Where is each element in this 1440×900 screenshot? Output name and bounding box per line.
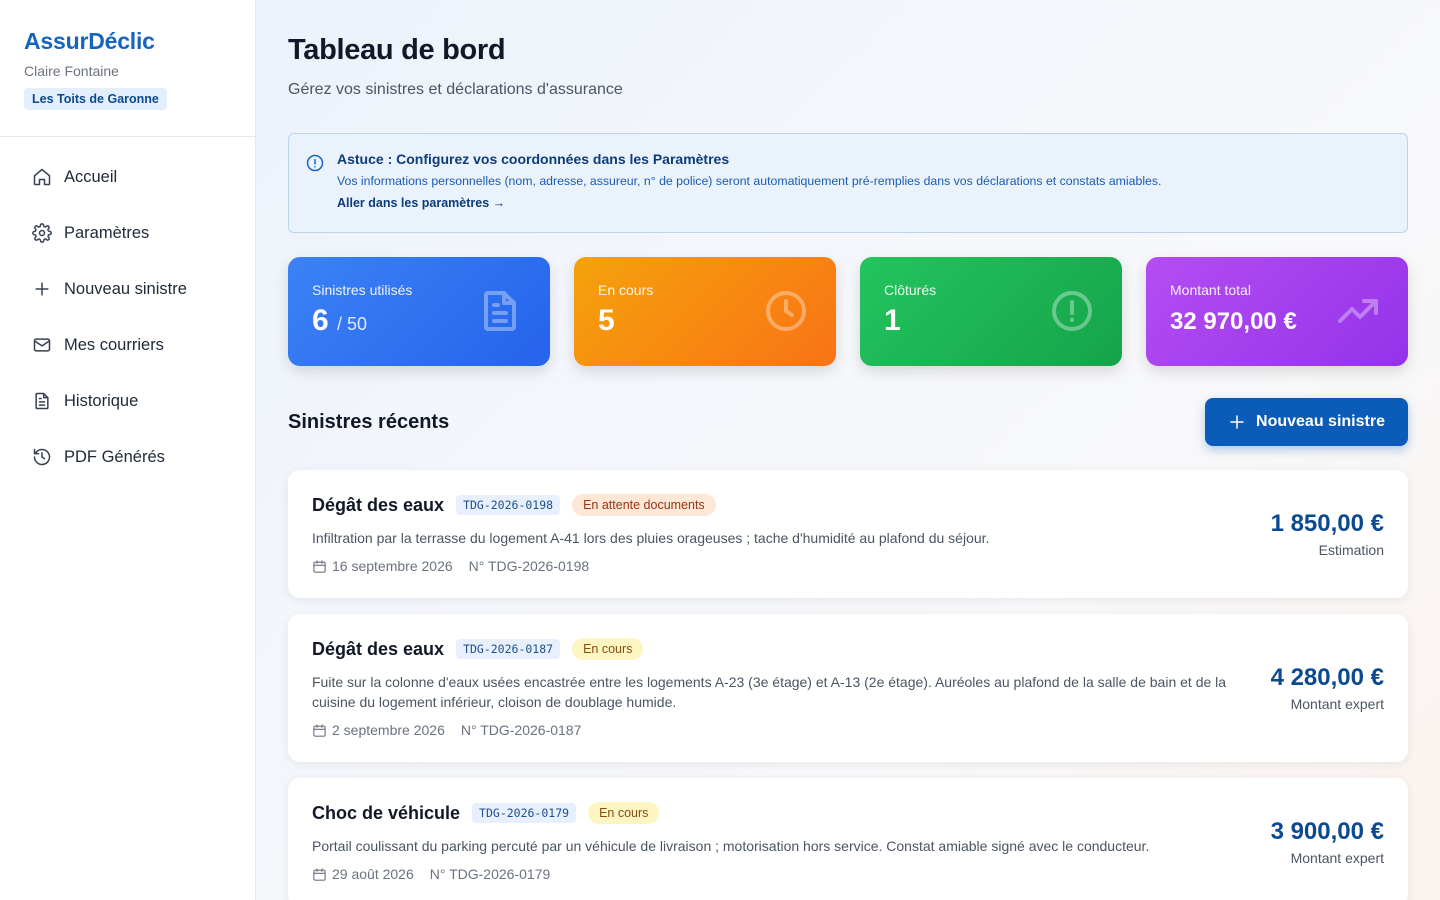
claim-date: 16 septembre 2026 — [332, 558, 453, 574]
section-title: Sinistres récents — [288, 410, 450, 433]
claim-type: Dégât des eaux — [312, 638, 445, 659]
page-title: Tableau de bord — [288, 34, 506, 66]
sidebar-item-accueil[interactable]: Accueil — [0, 149, 255, 205]
brand-name[interactable]: AssurDéclic — [24, 28, 231, 55]
brand-block: AssurDéclic Claire Fontaine Les Toits de… — [0, 0, 255, 137]
claim-amount: 4 280,00 € Montant expert — [1271, 664, 1384, 712]
stats-row: Sinistres utilisés 6 / 50 En cours 5 Clô… — [288, 257, 1408, 366]
calendar-icon — [313, 559, 326, 573]
claim-card[interactable]: Dégât des eaux TDG-2026-0198 En attente … — [288, 470, 1408, 598]
claim-description: Portail coulissant du parking percuté pa… — [312, 838, 1150, 854]
claim-date: 29 août 2026 — [332, 866, 414, 882]
claim-header: Dégât des eaux TDG-2026-0198 En attente … — [312, 494, 1384, 516]
tip-text: Vos informations personnelles (nom, adre… — [337, 174, 1162, 188]
trending-up-icon — [1334, 287, 1382, 335]
plus-icon — [32, 279, 52, 299]
sidebar-item-mes-courriers[interactable]: Mes courriers — [0, 317, 255, 373]
stat-card-in-progress: En cours 5 — [574, 257, 836, 366]
status-badge: En cours — [572, 638, 644, 660]
claim-meta: 16 septembre 2026 N° TDG-2026-0198 — [312, 558, 1384, 574]
claim-card[interactable]: Choc de véhicule TDG-2026-0179 En cours … — [288, 778, 1408, 900]
claim-type: Choc de véhicule — [312, 802, 461, 823]
sidebar-item-historique[interactable]: Historique — [0, 373, 255, 429]
claim-ref-badge: TDG-2026-0187 — [456, 639, 561, 659]
claim-amount: 3 900,00 € Montant expert — [1271, 818, 1384, 866]
claim-header: Dégât des eaux TDG-2026-0187 En cours — [312, 638, 1384, 660]
calendar-icon — [313, 867, 326, 881]
sidebar-item-label: Accueil — [64, 167, 118, 186]
recent-claims-header: Sinistres récents Nouveau sinistre — [288, 398, 1408, 446]
sidebar-item-parametres[interactable]: Paramètres — [0, 205, 255, 261]
clock-icon — [762, 287, 810, 335]
home-icon — [32, 167, 52, 187]
claim-description: Infiltration par la terrasse du logement… — [312, 530, 990, 546]
history-icon — [32, 447, 52, 467]
sidebar-item-nouveau-sinistre[interactable]: Nouveau sinistre — [0, 261, 255, 317]
claim-number: N° TDG-2026-0198 — [468, 558, 590, 574]
claim-card[interactable]: Dégât des eaux TDG-2026-0187 En cours Fu… — [288, 614, 1408, 762]
amount-value: 4 280,00 € — [1270, 664, 1384, 691]
sidebar-item-label: Historique — [64, 391, 139, 410]
tip-banner: Astuce : Configurez vos coordonnées dans… — [288, 133, 1408, 233]
mail-icon — [32, 335, 52, 355]
sidebar: AssurDéclic Claire Fontaine Les Toits de… — [0, 0, 256, 900]
used-max: / 50 — [337, 314, 368, 334]
claim-description: Fuite sur la colonne d'eaux usées encast… — [312, 674, 1227, 710]
settings-link[interactable]: Aller dans les paramètres → — [337, 196, 505, 210]
amount-label: Montant expert — [1290, 850, 1384, 866]
stat-card-total: Montant total 32 970,00 € — [1146, 257, 1408, 366]
new-claim-button[interactable]: Nouveau sinistre — [1205, 398, 1408, 446]
plus-icon — [1230, 415, 1244, 429]
claim-number: N° TDG-2026-0187 — [460, 722, 582, 738]
info-icon — [305, 153, 325, 173]
calendar-icon — [313, 723, 326, 737]
stat-card-closed: Clôturés 1 — [860, 257, 1122, 366]
page-subtitle: Gérez vos sinistres et déclarations d'as… — [288, 81, 623, 98]
used-count: 6 — [312, 304, 329, 337]
claim-meta: 2 septembre 2026 N° TDG-2026-0187 — [312, 722, 1384, 738]
document-icon — [476, 287, 524, 335]
sidebar-item-label: PDF Générés — [64, 447, 165, 466]
claim-meta: 29 août 2026 N° TDG-2026-0179 — [312, 866, 1384, 882]
new-claim-label: Nouveau sinistre — [1256, 413, 1385, 430]
amount-label: Montant expert — [1290, 696, 1384, 712]
amount-value: 3 900,00 € — [1270, 818, 1384, 845]
claim-amount: 1 850,00 € Estimation — [1271, 510, 1384, 558]
organization-badge: Les Toits de Garonne — [24, 88, 167, 110]
sidebar-nav: Accueil Paramètres Nouveau sinistre Mes … — [0, 137, 255, 485]
stat-card-used: Sinistres utilisés 6 / 50 — [288, 257, 550, 366]
claim-ref-badge: TDG-2026-0198 — [456, 495, 561, 515]
main-content: Tableau de bord Gérez vos sinistres et d… — [288, 0, 1408, 900]
claim-number: N° TDG-2026-0179 — [429, 866, 551, 882]
status-badge: En attente documents — [572, 494, 716, 516]
document-icon — [32, 391, 52, 411]
gear-icon — [32, 223, 52, 243]
sidebar-item-pdf-generes[interactable]: PDF Générés — [0, 429, 255, 485]
sidebar-item-label: Mes courriers — [64, 335, 164, 354]
claim-date: 2 septembre 2026 — [332, 722, 445, 738]
claim-type: Dégât des eaux — [312, 494, 445, 515]
alert-circle-icon — [1048, 287, 1096, 335]
claim-header: Choc de véhicule TDG-2026-0179 En cours — [312, 802, 1384, 824]
claim-ref-badge: TDG-2026-0179 — [472, 803, 577, 823]
sidebar-item-label: Paramètres — [64, 223, 150, 242]
amount-label: Estimation — [1318, 542, 1384, 558]
claims-list: Dégât des eaux TDG-2026-0198 En attente … — [288, 470, 1408, 900]
status-badge: En cours — [588, 802, 660, 824]
sidebar-item-label: Nouveau sinistre — [64, 279, 187, 298]
user-name: Claire Fontaine — [24, 63, 119, 79]
amount-value: 1 850,00 € — [1270, 510, 1384, 537]
tip-title: Astuce : Configurez vos coordonnées dans… — [337, 151, 730, 167]
